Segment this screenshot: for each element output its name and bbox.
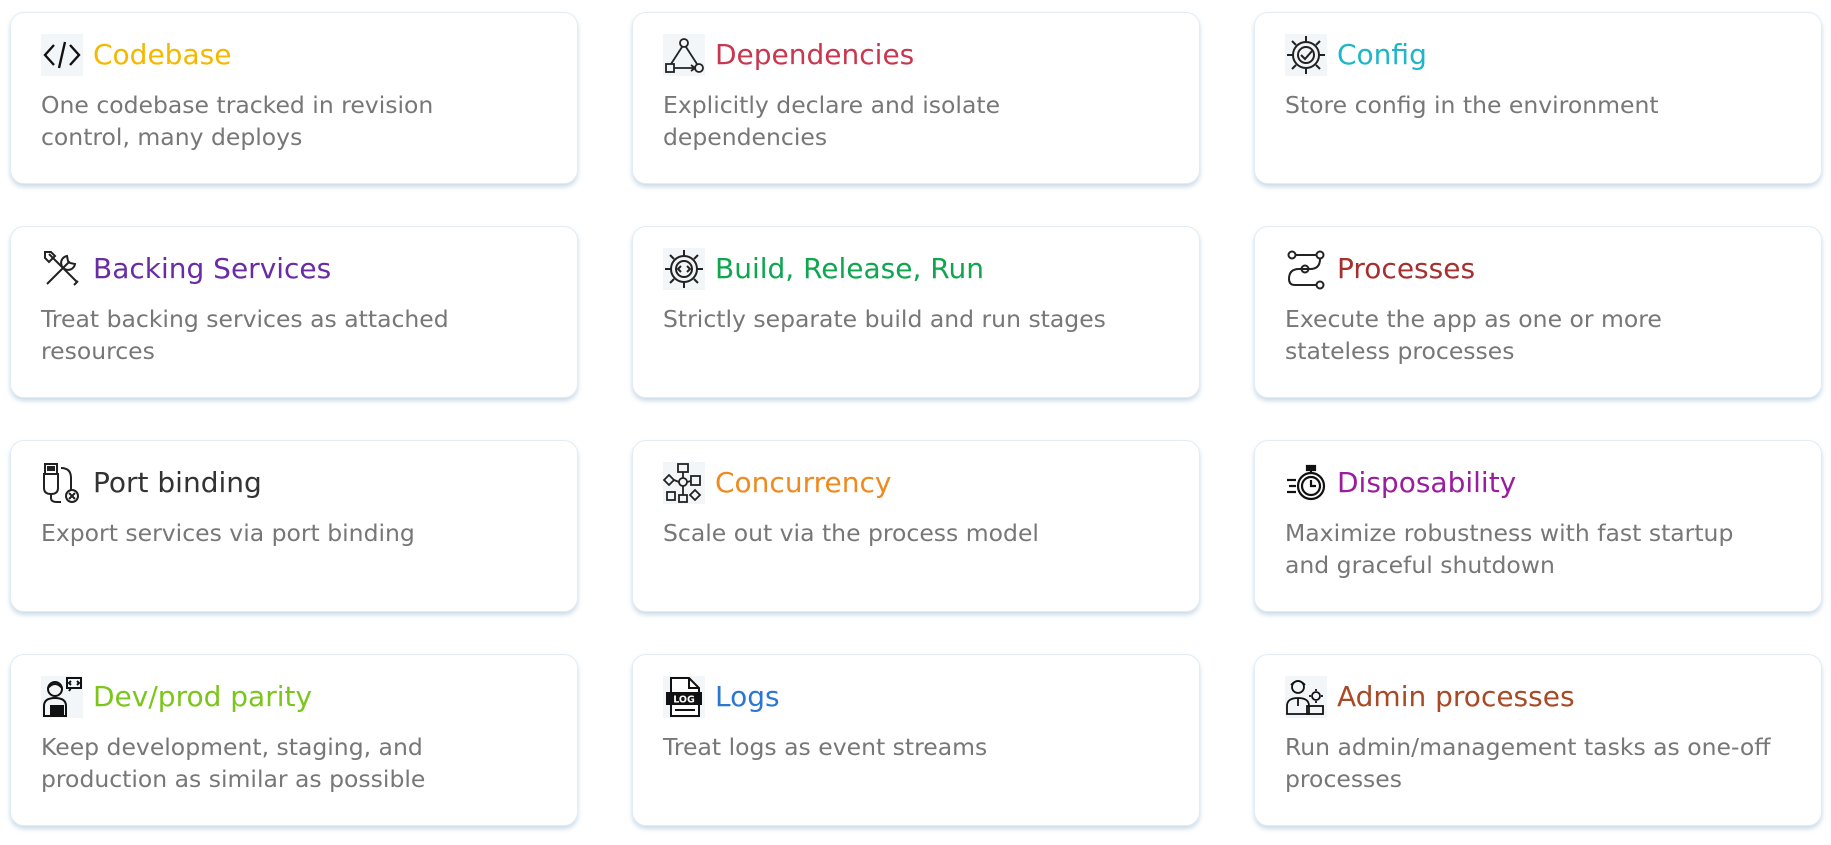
- card-title: Disposability: [1337, 466, 1517, 499]
- process-flow-icon: [1285, 247, 1331, 291]
- card-description: Strictly separate build and run stages: [663, 305, 1106, 333]
- card-title: Port binding: [93, 466, 262, 499]
- card-config: Config Store config in the environment: [1254, 12, 1822, 184]
- card-title: Codebase: [93, 38, 232, 71]
- card-description: One codebase tracked in revision control…: [41, 91, 434, 151]
- card-title: Dependencies: [715, 38, 915, 71]
- card-description: Export services via port binding: [41, 519, 415, 547]
- card-concurrency: Concurrency Scale out via the process mo…: [632, 440, 1200, 612]
- admin-icon: [1285, 675, 1331, 719]
- tools-icon: [41, 247, 87, 291]
- plug-icon: [41, 461, 87, 505]
- card-dev-prod-parity: Dev/prod parity Keep development, stagin…: [10, 654, 578, 826]
- svg-text:LOG: LOG: [673, 695, 695, 706]
- log-file-icon: LOG: [663, 675, 709, 719]
- card-title: Build, Release, Run: [715, 252, 984, 285]
- card-description: Scale out via the process model: [663, 519, 1039, 547]
- card-disposability: Disposability Maximize robustness with f…: [1254, 440, 1822, 612]
- card-description: Execute the app as one or more stateless…: [1285, 305, 1662, 365]
- card-title: Processes: [1337, 252, 1476, 285]
- card-admin-processes: Admin processes Run admin/management tas…: [1254, 654, 1822, 826]
- card-title: Admin processes: [1337, 680, 1575, 713]
- card-description: Explicitly declare and isolate dependenc…: [663, 91, 1001, 151]
- gear-code-icon: [663, 247, 709, 291]
- concurrency-icon: [663, 461, 709, 505]
- card-dependencies: Dependencies Explicitly declare and isol…: [632, 12, 1200, 184]
- card-logs: LOG Logs Treat logs as event streams: [632, 654, 1200, 826]
- card-title: Dev/prod parity: [93, 680, 313, 713]
- card-processes: Processes Execute the app as one or more…: [1254, 226, 1822, 398]
- card-description: Keep development, staging, and productio…: [41, 733, 426, 793]
- factor-grid: Codebase One codebase tracked in revisio…: [10, 12, 1822, 826]
- card-codebase: Codebase One codebase tracked in revisio…: [10, 12, 578, 184]
- card-description: Run admin/management tasks as one-off pr…: [1285, 733, 1771, 793]
- card-description: Store config in the environment: [1285, 91, 1659, 119]
- card-build-release-run: Build, Release, Run Strictly separate bu…: [632, 226, 1200, 398]
- card-title: Backing Services: [93, 252, 332, 285]
- card-backing-services: Backing Services Treat backing services …: [10, 226, 578, 398]
- card-title: Logs: [715, 680, 780, 713]
- code-icon: [41, 33, 87, 77]
- card-description: Treat logs as event streams: [663, 733, 988, 761]
- card-description: Maximize robustness with fast startup an…: [1285, 519, 1734, 579]
- card-port-binding: Port binding Export services via port bi…: [10, 440, 578, 612]
- card-title: Concurrency: [715, 466, 892, 499]
- card-title: Config: [1337, 38, 1427, 71]
- dependency-graph-icon: [663, 33, 709, 77]
- card-description: Treat backing services as attached resou…: [41, 305, 449, 365]
- gear-check-icon: [1285, 33, 1331, 77]
- developer-icon: [41, 675, 87, 719]
- stopwatch-icon: [1285, 461, 1331, 505]
